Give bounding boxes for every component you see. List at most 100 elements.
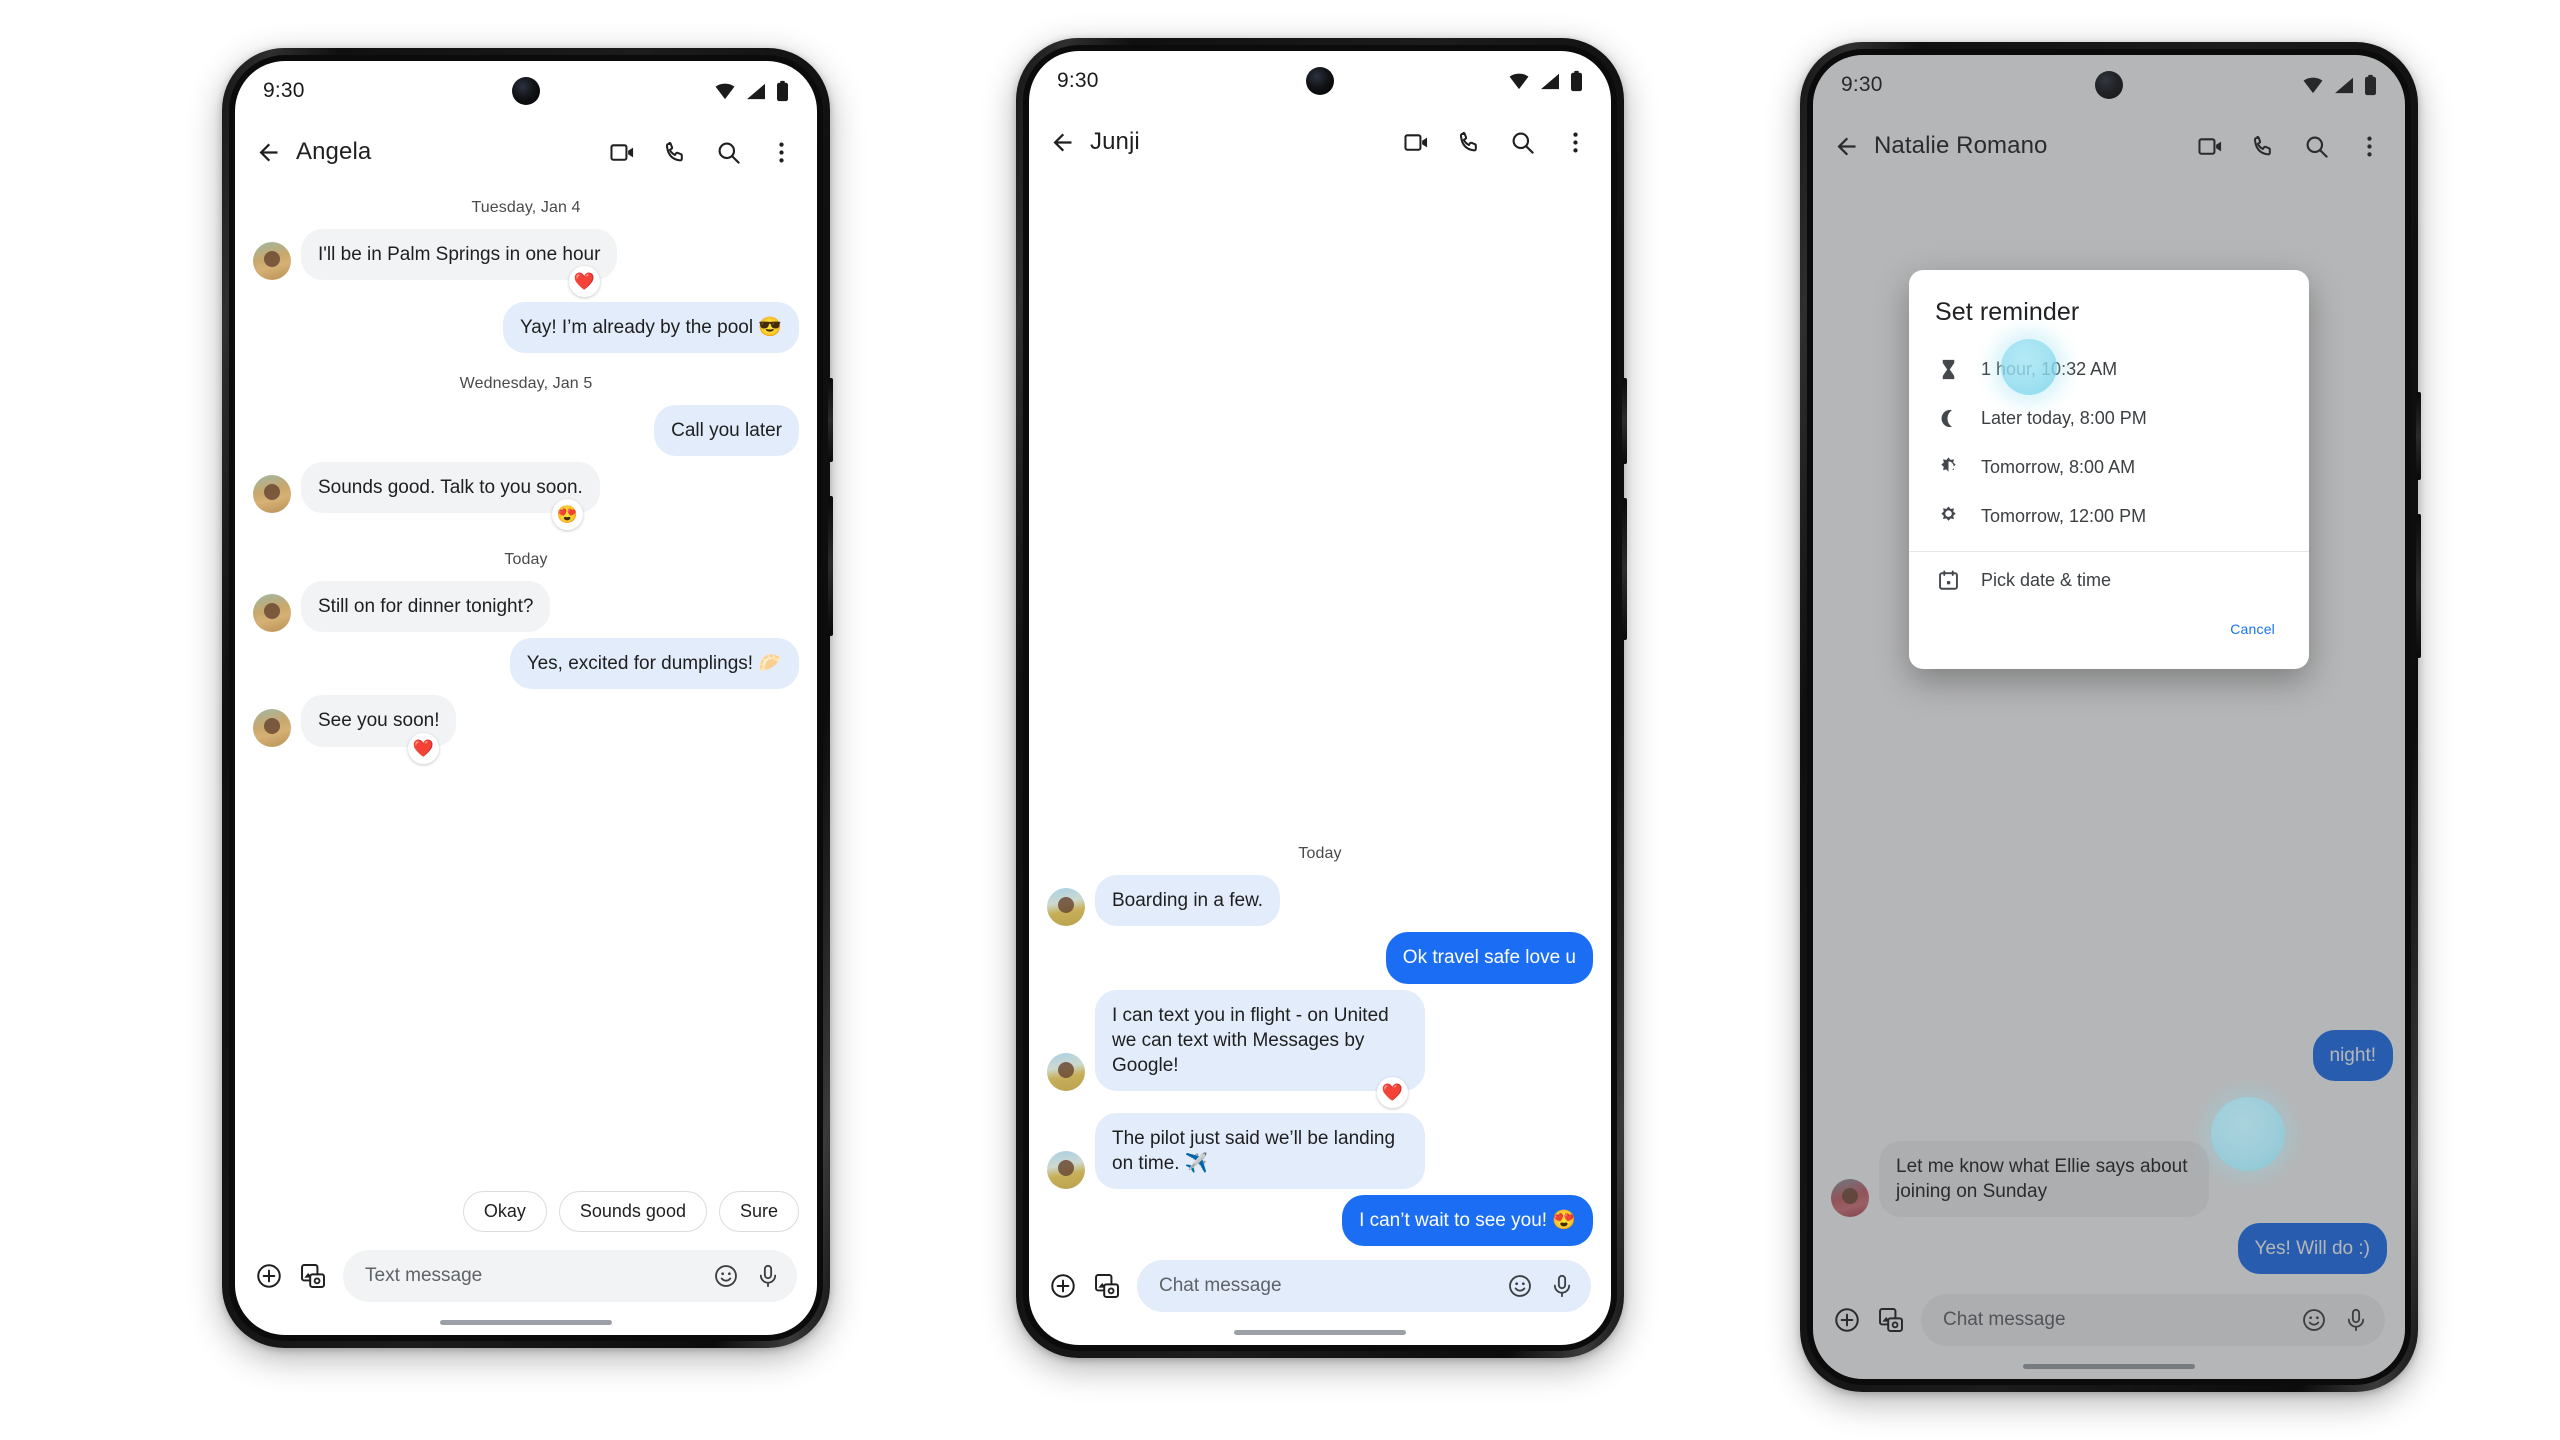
avatar[interactable] [1831,1178,1869,1217]
message-thread[interactable]: Tuesday, Jan 4 I'll be in Palm Springs in… [235,183,817,1185]
microphone-icon[interactable] [2343,1307,2369,1333]
back-icon[interactable] [1049,129,1076,156]
gallery-camera-icon[interactable] [1877,1306,1905,1334]
message-reaction[interactable]: ❤️ [1377,1076,1408,1108]
volume-button[interactable] [828,496,833,636]
status-bar: 9:30 [1029,51,1611,111]
volume-button[interactable] [2416,514,2421,658]
power-button[interactable] [1622,378,1627,464]
message-thread[interactable]: Today Boarding in a few. Ok travel safe lo… [1029,173,1611,1252]
phone-call-icon[interactable] [662,139,689,166]
outgoing-message-bubble[interactable]: Ok travel safe love u [1385,932,1593,984]
microphone-icon[interactable] [755,1263,781,1289]
add-attachment-icon[interactable] [255,1262,283,1290]
conversation-title: Junji [1090,128,1140,155]
message-reaction[interactable]: ❤️ [408,732,439,764]
add-attachment-icon[interactable] [1049,1272,1077,1300]
home-indicator[interactable] [440,1320,612,1325]
reminder-option-tomorrow-noon[interactable]: Tomorrow, 12:00 PM [1909,492,2309,541]
avatar[interactable] [1047,888,1085,927]
suggested-reply-chip[interactable]: Okay [462,1191,547,1232]
incoming-message-bubble[interactable]: The pilot just said we’ll be landing on … [1095,1112,1425,1189]
avatar[interactable] [1047,1150,1085,1189]
outgoing-message-bubble[interactable]: Yes! Will do :) [2237,1222,2387,1274]
conversation-app-bar: Natalie Romano [1813,115,2405,177]
video-call-icon[interactable] [2197,133,2224,160]
reminder-option-1-hour[interactable]: 1 hour, 10:32 AM [1909,339,2309,395]
sun-icon [1935,505,1961,528]
volume-button[interactable] [1622,498,1627,640]
message-reaction[interactable]: ❤️ [569,266,600,298]
message-input[interactable]: Chat message [1921,1294,2385,1346]
reminder-option-tomorrow-morning[interactable]: Tomorrow, 8:00 AM [1909,443,2309,492]
suggested-reply-chip[interactable]: Sure [718,1191,799,1232]
more-options-icon[interactable] [768,139,795,166]
video-call-icon[interactable] [1403,129,1430,156]
outgoing-message-bubble[interactable]: Yes, excited for dumplings! 🥟 [509,638,799,690]
message-row: Yes, excited for dumplings! 🥟 [253,638,799,690]
cancel-button[interactable]: Cancel [2222,615,2283,643]
back-icon[interactable] [255,139,282,166]
message-row: I can text you in flight - on United we … [1047,989,1593,1108]
cellular-signal-icon [747,83,765,100]
back-icon[interactable] [1833,133,1860,160]
thread-messages: night! Let me know what Ellie says about … [1831,1029,2393,1286]
suggested-reply-chip[interactable]: Sounds good [558,1191,707,1232]
gallery-camera-icon[interactable] [299,1262,327,1290]
message-row: Still on for dinner tonight? [253,581,799,633]
emoji-icon[interactable] [713,1263,739,1289]
battery-icon [2365,74,2376,96]
incoming-message-bubble[interactable]: Let me know what Ellie says about joinin… [1879,1140,2209,1217]
status-bar-time: 9:30 [1841,73,1883,96]
message-input-placeholder: Chat message [1943,1309,2066,1330]
reminder-option-label: Tomorrow, 12:00 PM [1981,506,2147,526]
reminder-option-later-today[interactable]: Later today, 8:00 PM [1909,394,2309,443]
avatar[interactable] [253,708,291,747]
phone-screen: 9:30 Angela Tuesday, Jan 4 I'll be in Pa… [235,61,817,1335]
video-call-icon[interactable] [609,139,636,166]
avatar[interactable] [253,475,291,514]
message-input-placeholder: Chat message [1159,1275,1282,1296]
battery-icon [1571,70,1582,92]
power-button[interactable] [828,378,833,462]
incoming-message-bubble[interactable]: Boarding in a few. [1095,875,1281,927]
home-indicator[interactable] [1234,1330,1406,1335]
incoming-message-bubble[interactable]: I can text you in flight - on United we … [1095,989,1425,1091]
gallery-camera-icon[interactable] [1093,1272,1121,1300]
message-input[interactable]: Text message [343,1250,797,1302]
message-reaction[interactable]: 😍 [552,499,583,531]
outgoing-message-bubble[interactable]: Call you later [654,405,799,457]
avatar[interactable] [253,594,291,633]
emoji-icon[interactable] [1507,1273,1533,1299]
reminder-option-label: Pick date & time [1981,570,2112,590]
date-separator: Today [504,551,548,569]
status-bar-icons [2302,74,2377,96]
avatar[interactable] [1047,1052,1085,1091]
incoming-message-bubble[interactable]: I'll be in Palm Springs in one hour [301,229,618,281]
search-icon[interactable] [2303,133,2330,160]
dialog-title: Set reminder [1935,298,2080,326]
more-options-icon[interactable] [1562,129,1589,156]
reminder-option-pick-date-time[interactable]: Pick date & time [1909,556,2309,605]
search-icon[interactable] [1509,129,1536,156]
power-button[interactable] [2416,392,2421,480]
incoming-message-bubble[interactable]: Still on for dinner tonight? [301,581,551,633]
add-attachment-icon[interactable] [1833,1306,1861,1334]
outgoing-message-bubble[interactable]: I can’t wait to see you! 😍 [1342,1194,1593,1246]
microphone-icon[interactable] [1549,1273,1575,1299]
avatar[interactable] [253,242,291,281]
compose-bar: Chat message [1029,1252,1611,1318]
search-icon[interactable] [715,139,742,166]
message-input[interactable]: Chat message [1137,1260,1591,1312]
emoji-icon[interactable] [2301,1307,2327,1333]
phone-call-icon[interactable] [1456,129,1483,156]
status-bar-time: 9:30 [1057,69,1099,92]
app-bar-actions [2197,133,2383,160]
phone-call-icon[interactable] [2250,133,2277,160]
outgoing-message-bubble[interactable]: night! [2312,1029,2393,1081]
outgoing-message-bubble[interactable]: Yay! I’m already by the pool 😎 [503,302,799,354]
message-row: Boarding in a few. [1047,875,1593,927]
more-options-icon[interactable] [2356,133,2383,160]
moon-icon [1935,407,1961,430]
home-indicator[interactable] [2023,1364,2195,1369]
